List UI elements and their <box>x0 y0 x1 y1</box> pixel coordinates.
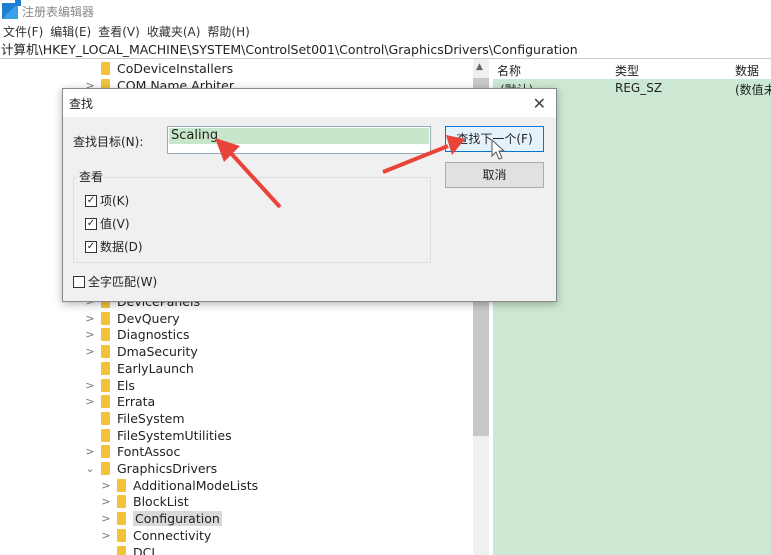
tree-item[interactable]: FileSystem <box>84 410 185 427</box>
checkbox-match-whole-label: 全字匹配(W) <box>88 275 158 289</box>
checkbox-values[interactable]: ✓ 值(V) <box>85 215 130 232</box>
tree-item-label: Diagnostics <box>117 327 190 343</box>
expand-chevron-icon[interactable]: > <box>84 445 96 458</box>
find-next-button[interactable]: 查找下一个(F) <box>445 126 544 152</box>
expand-chevron-icon[interactable]: > <box>84 379 96 392</box>
find-target-value[interactable]: Scaling <box>169 128 429 144</box>
checkbox-keys[interactable]: ✓ 项(K) <box>85 192 129 209</box>
folder-icon <box>101 445 110 459</box>
tree-item[interactable]: > FontAssoc <box>84 443 180 460</box>
column-data[interactable]: 数据 <box>735 62 759 79</box>
expand-chevron-icon[interactable]: ⌄ <box>84 462 96 475</box>
tree-item-label: FileSystem <box>117 410 185 426</box>
tree-item[interactable]: > Connectivity <box>100 527 211 544</box>
menu-view[interactable]: 查看(V) <box>98 23 140 40</box>
folder-icon <box>101 411 110 425</box>
tree-item-label: EarlyLaunch <box>117 360 194 376</box>
folder-icon <box>117 495 126 509</box>
tree-item-label: DmaSecurity <box>117 344 198 360</box>
regedit-app-icon <box>2 0 21 19</box>
title-bar: 注册表编辑器 <box>0 0 771 22</box>
menu-favorites[interactable]: 收藏夹(A) <box>147 23 201 40</box>
folder-icon <box>117 528 126 542</box>
scroll-up-icon[interactable]: ▲ <box>476 62 483 72</box>
tree-item-label: Els <box>117 377 135 393</box>
folder-icon <box>101 328 110 342</box>
tree-item[interactable]: > Configuration <box>100 510 222 527</box>
find-target-input[interactable]: Scaling <box>167 126 431 154</box>
address-bar[interactable]: 计算机\HKEY_LOCAL_MACHINE\SYSTEM\ControlSet… <box>0 41 771 59</box>
tree-item-label: DCI <box>133 544 156 555</box>
folder-icon <box>101 311 110 325</box>
expand-chevron-icon[interactable]: > <box>84 345 96 358</box>
find-dialog-titlebar: 查找 ✕ <box>63 89 556 117</box>
expand-chevron-icon[interactable]: > <box>100 479 112 492</box>
checkbox-keys-label: 项(K) <box>100 194 130 208</box>
expand-chevron-icon[interactable]: > <box>84 328 96 341</box>
tree-item[interactable]: DCI <box>100 544 155 555</box>
menu-help[interactable]: 帮助(H) <box>207 23 249 40</box>
menu-edit[interactable]: 编辑(E) <box>50 23 91 40</box>
folder-icon <box>101 378 110 392</box>
checkbox-values-label: 值(V) <box>100 217 130 231</box>
tree-item[interactable]: FileSystemUtilities <box>84 427 232 444</box>
tree-item[interactable]: > Errata <box>84 393 155 410</box>
column-name[interactable]: 名称 <box>497 62 521 79</box>
tree-item[interactable]: > Diagnostics <box>84 326 190 343</box>
checkbox-empty <box>73 275 85 288</box>
tree-item[interactable]: EarlyLaunch <box>84 360 194 377</box>
menu-file[interactable]: 文件(F) <box>3 23 43 40</box>
value-data: (数值未 <box>735 83 771 97</box>
tree-item-label: GraphicsDrivers <box>117 461 218 476</box>
expand-chevron-icon[interactable]: > <box>100 495 112 508</box>
tree-item-label: Errata <box>117 394 156 410</box>
checkbox-match-whole[interactable]: 全字匹配(W) <box>73 273 157 290</box>
tree-item-label: FontAssoc <box>117 444 181 460</box>
value-type: REG_SZ <box>615 81 663 95</box>
close-icon[interactable]: ✕ <box>533 94 546 113</box>
find-target-label: 查找目标(N): <box>73 135 144 149</box>
folder-icon <box>117 545 126 555</box>
folder-icon <box>101 345 110 359</box>
tree-item-label: Configuration <box>133 511 222 527</box>
tree-item[interactable]: > Els <box>84 377 135 394</box>
check-icon: ✓ <box>85 194 97 207</box>
tree-item-label: AdditionalModeLists <box>133 477 259 493</box>
find-dialog: 查找 ✕ 查找目标(N): Scaling 查找下一个(F) 取消 查看 ✓ 项(… <box>62 88 557 302</box>
folder-icon <box>101 395 110 409</box>
expand-chevron-icon[interactable]: > <box>84 395 96 408</box>
tree-item[interactable]: ⌄ GraphicsDrivers <box>84 460 217 477</box>
tree-item[interactable]: > BlockList <box>100 493 189 510</box>
values-header: 名称 类型 数据 <box>493 59 771 79</box>
check-icon: ✓ <box>85 217 97 230</box>
find-dialog-title: 查找 <box>69 96 94 111</box>
folder-icon <box>101 462 110 475</box>
folder-icon <box>101 361 110 375</box>
tree-item-label: FileSystemUtilities <box>117 427 232 443</box>
menu-bar: 文件(F) 编辑(E) 查看(V) 收藏夹(A) 帮助(H) <box>0 22 254 41</box>
checkbox-data-label: 数据(D) <box>100 240 143 254</box>
tree-item[interactable]: > DmaSecurity <box>84 343 198 360</box>
tree-item[interactable]: CoDeviceInstallers <box>84 60 233 77</box>
expand-chevron-icon[interactable]: > <box>100 512 112 525</box>
tree-item-label: DevQuery <box>117 310 180 326</box>
tree-item-label: CoDeviceInstallers <box>117 61 234 76</box>
tree-item[interactable]: > DevQuery <box>84 310 180 327</box>
window-title: 注册表编辑器 <box>22 4 95 19</box>
folder-icon <box>101 428 110 442</box>
folder-icon <box>117 512 126 526</box>
column-type[interactable]: 类型 <box>615 62 639 79</box>
folder-icon <box>117 478 126 492</box>
expand-chevron-icon[interactable]: > <box>100 529 112 542</box>
tree-item-label: BlockList <box>133 494 189 510</box>
tree-item[interactable]: > AdditionalModeLists <box>100 477 258 494</box>
checkbox-data[interactable]: ✓ 数据(D) <box>85 238 143 255</box>
cancel-button[interactable]: 取消 <box>445 162 544 188</box>
look-at-label: 查看 <box>77 168 106 185</box>
check-icon: ✓ <box>85 240 97 253</box>
expand-chevron-icon[interactable]: > <box>84 312 96 325</box>
folder-icon <box>101 62 110 75</box>
tree-item-label: Connectivity <box>133 527 212 543</box>
